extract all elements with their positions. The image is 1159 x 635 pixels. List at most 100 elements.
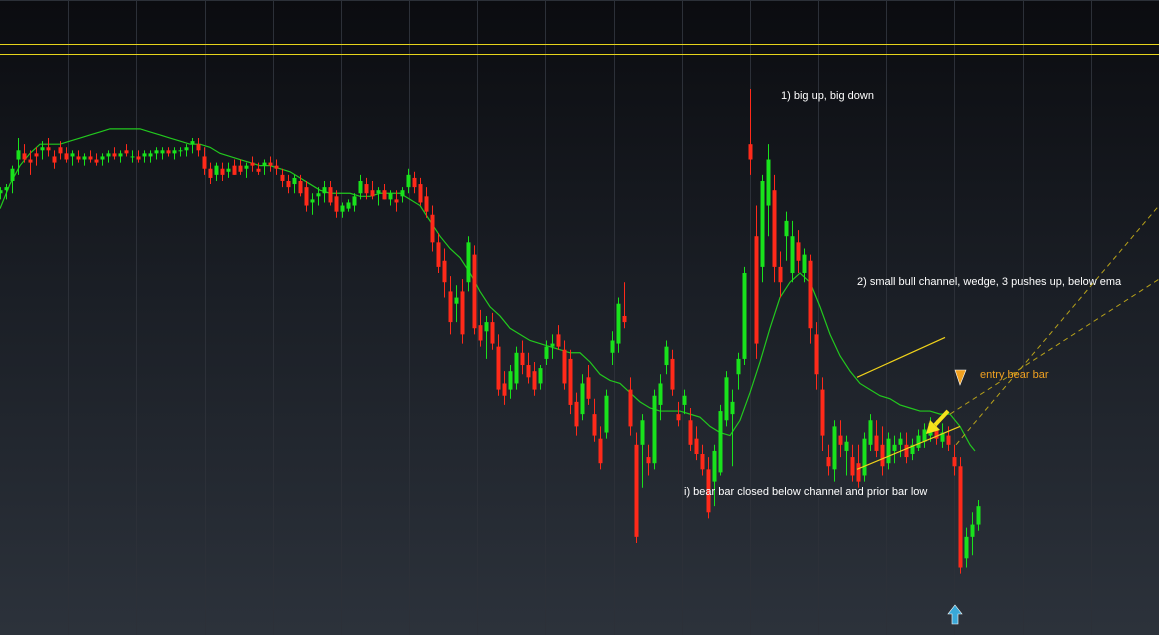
candle-body xyxy=(658,383,663,405)
candle-body xyxy=(232,165,237,175)
candle-body xyxy=(886,438,891,464)
candle-body xyxy=(202,156,207,169)
candle-body xyxy=(598,438,603,464)
candle-body xyxy=(334,196,339,212)
candle-body xyxy=(184,147,189,151)
candle-body xyxy=(844,441,849,451)
candle-body xyxy=(568,358,573,405)
candle-body xyxy=(208,168,213,178)
candle-body xyxy=(532,371,537,390)
candle-body xyxy=(454,297,459,304)
candle-body xyxy=(394,199,399,203)
ema-layer xyxy=(0,128,976,452)
price-line-layer xyxy=(0,44,1159,55)
candle-body xyxy=(316,193,321,197)
candle-body xyxy=(106,153,111,157)
candle-body xyxy=(46,147,51,151)
candle-body xyxy=(418,184,423,203)
candle-body xyxy=(322,187,327,194)
candle-body xyxy=(142,153,147,157)
candlestick-chart: 1) big up, big down 2) small bull channe… xyxy=(0,0,1159,635)
candle-body xyxy=(484,322,489,332)
candle-body xyxy=(388,193,393,200)
candle-body xyxy=(826,457,831,467)
candle-body xyxy=(100,156,105,160)
candle-body xyxy=(814,334,819,375)
candle-body xyxy=(622,315,627,323)
candle-body xyxy=(40,147,45,151)
candle-body xyxy=(604,395,609,433)
candle-body xyxy=(166,150,171,154)
candle-body xyxy=(262,162,267,166)
candle-body xyxy=(238,165,243,172)
candle-body xyxy=(10,168,15,181)
candle-body xyxy=(976,506,981,525)
candle-body xyxy=(754,236,759,344)
candle-body xyxy=(580,383,585,415)
candles-layer xyxy=(0,88,981,574)
candle-body xyxy=(556,334,561,347)
candle-body xyxy=(406,174,411,188)
short-signal-icon xyxy=(954,369,967,386)
candle-body xyxy=(586,377,591,399)
candle-body xyxy=(22,153,27,160)
candle-body xyxy=(508,371,513,390)
candle-body xyxy=(112,153,117,157)
candle-body xyxy=(700,454,705,470)
candle-body xyxy=(550,343,555,347)
candle-body xyxy=(16,150,21,160)
candle-body xyxy=(154,150,159,154)
candle-body xyxy=(892,444,897,451)
candle-body xyxy=(52,156,57,163)
candle-body xyxy=(478,325,483,341)
candle-body xyxy=(148,153,153,157)
candle-body xyxy=(490,322,495,344)
candle-body xyxy=(358,180,363,194)
candle-body xyxy=(172,150,177,154)
grid-lines xyxy=(0,0,1159,635)
channel-line xyxy=(856,336,946,378)
candle-body xyxy=(802,254,807,274)
candle-body xyxy=(538,368,543,384)
candle-body xyxy=(964,536,969,559)
candle-body xyxy=(664,346,669,366)
candle-body xyxy=(610,340,615,353)
candle-body xyxy=(718,411,723,473)
candle-body xyxy=(760,180,765,267)
candle-body xyxy=(274,165,279,169)
candle-body xyxy=(214,165,219,175)
candle-body xyxy=(196,144,201,151)
candle-body xyxy=(784,220,789,237)
candle-body xyxy=(280,174,285,181)
candle-body xyxy=(58,147,63,154)
buy-signal-icon xyxy=(947,604,963,625)
candle-body xyxy=(88,156,93,160)
candle-body xyxy=(682,395,687,405)
candle-body xyxy=(670,358,675,390)
candle-body xyxy=(850,457,855,476)
candle-body xyxy=(346,202,351,209)
candle-body xyxy=(352,196,357,206)
candle-body xyxy=(628,389,633,427)
candle-body xyxy=(616,303,621,344)
candle-body xyxy=(766,159,771,206)
candle-body xyxy=(808,260,813,329)
candle-body xyxy=(136,156,141,160)
candle-body xyxy=(310,199,315,203)
candle-body xyxy=(496,346,501,390)
candle-body xyxy=(328,187,333,203)
candle-body xyxy=(448,291,453,323)
candle-body xyxy=(952,457,957,467)
candle-body xyxy=(778,266,783,283)
candle-body xyxy=(70,153,75,157)
candle-body xyxy=(862,438,867,476)
candle-body xyxy=(898,438,903,445)
candle-body xyxy=(160,150,165,154)
candle-body xyxy=(304,187,309,206)
candle-body xyxy=(688,420,693,445)
candle-body xyxy=(220,168,225,175)
candle-body xyxy=(832,426,837,470)
candle-body xyxy=(436,242,441,267)
candle-body xyxy=(742,273,747,359)
candle-body xyxy=(520,352,525,366)
